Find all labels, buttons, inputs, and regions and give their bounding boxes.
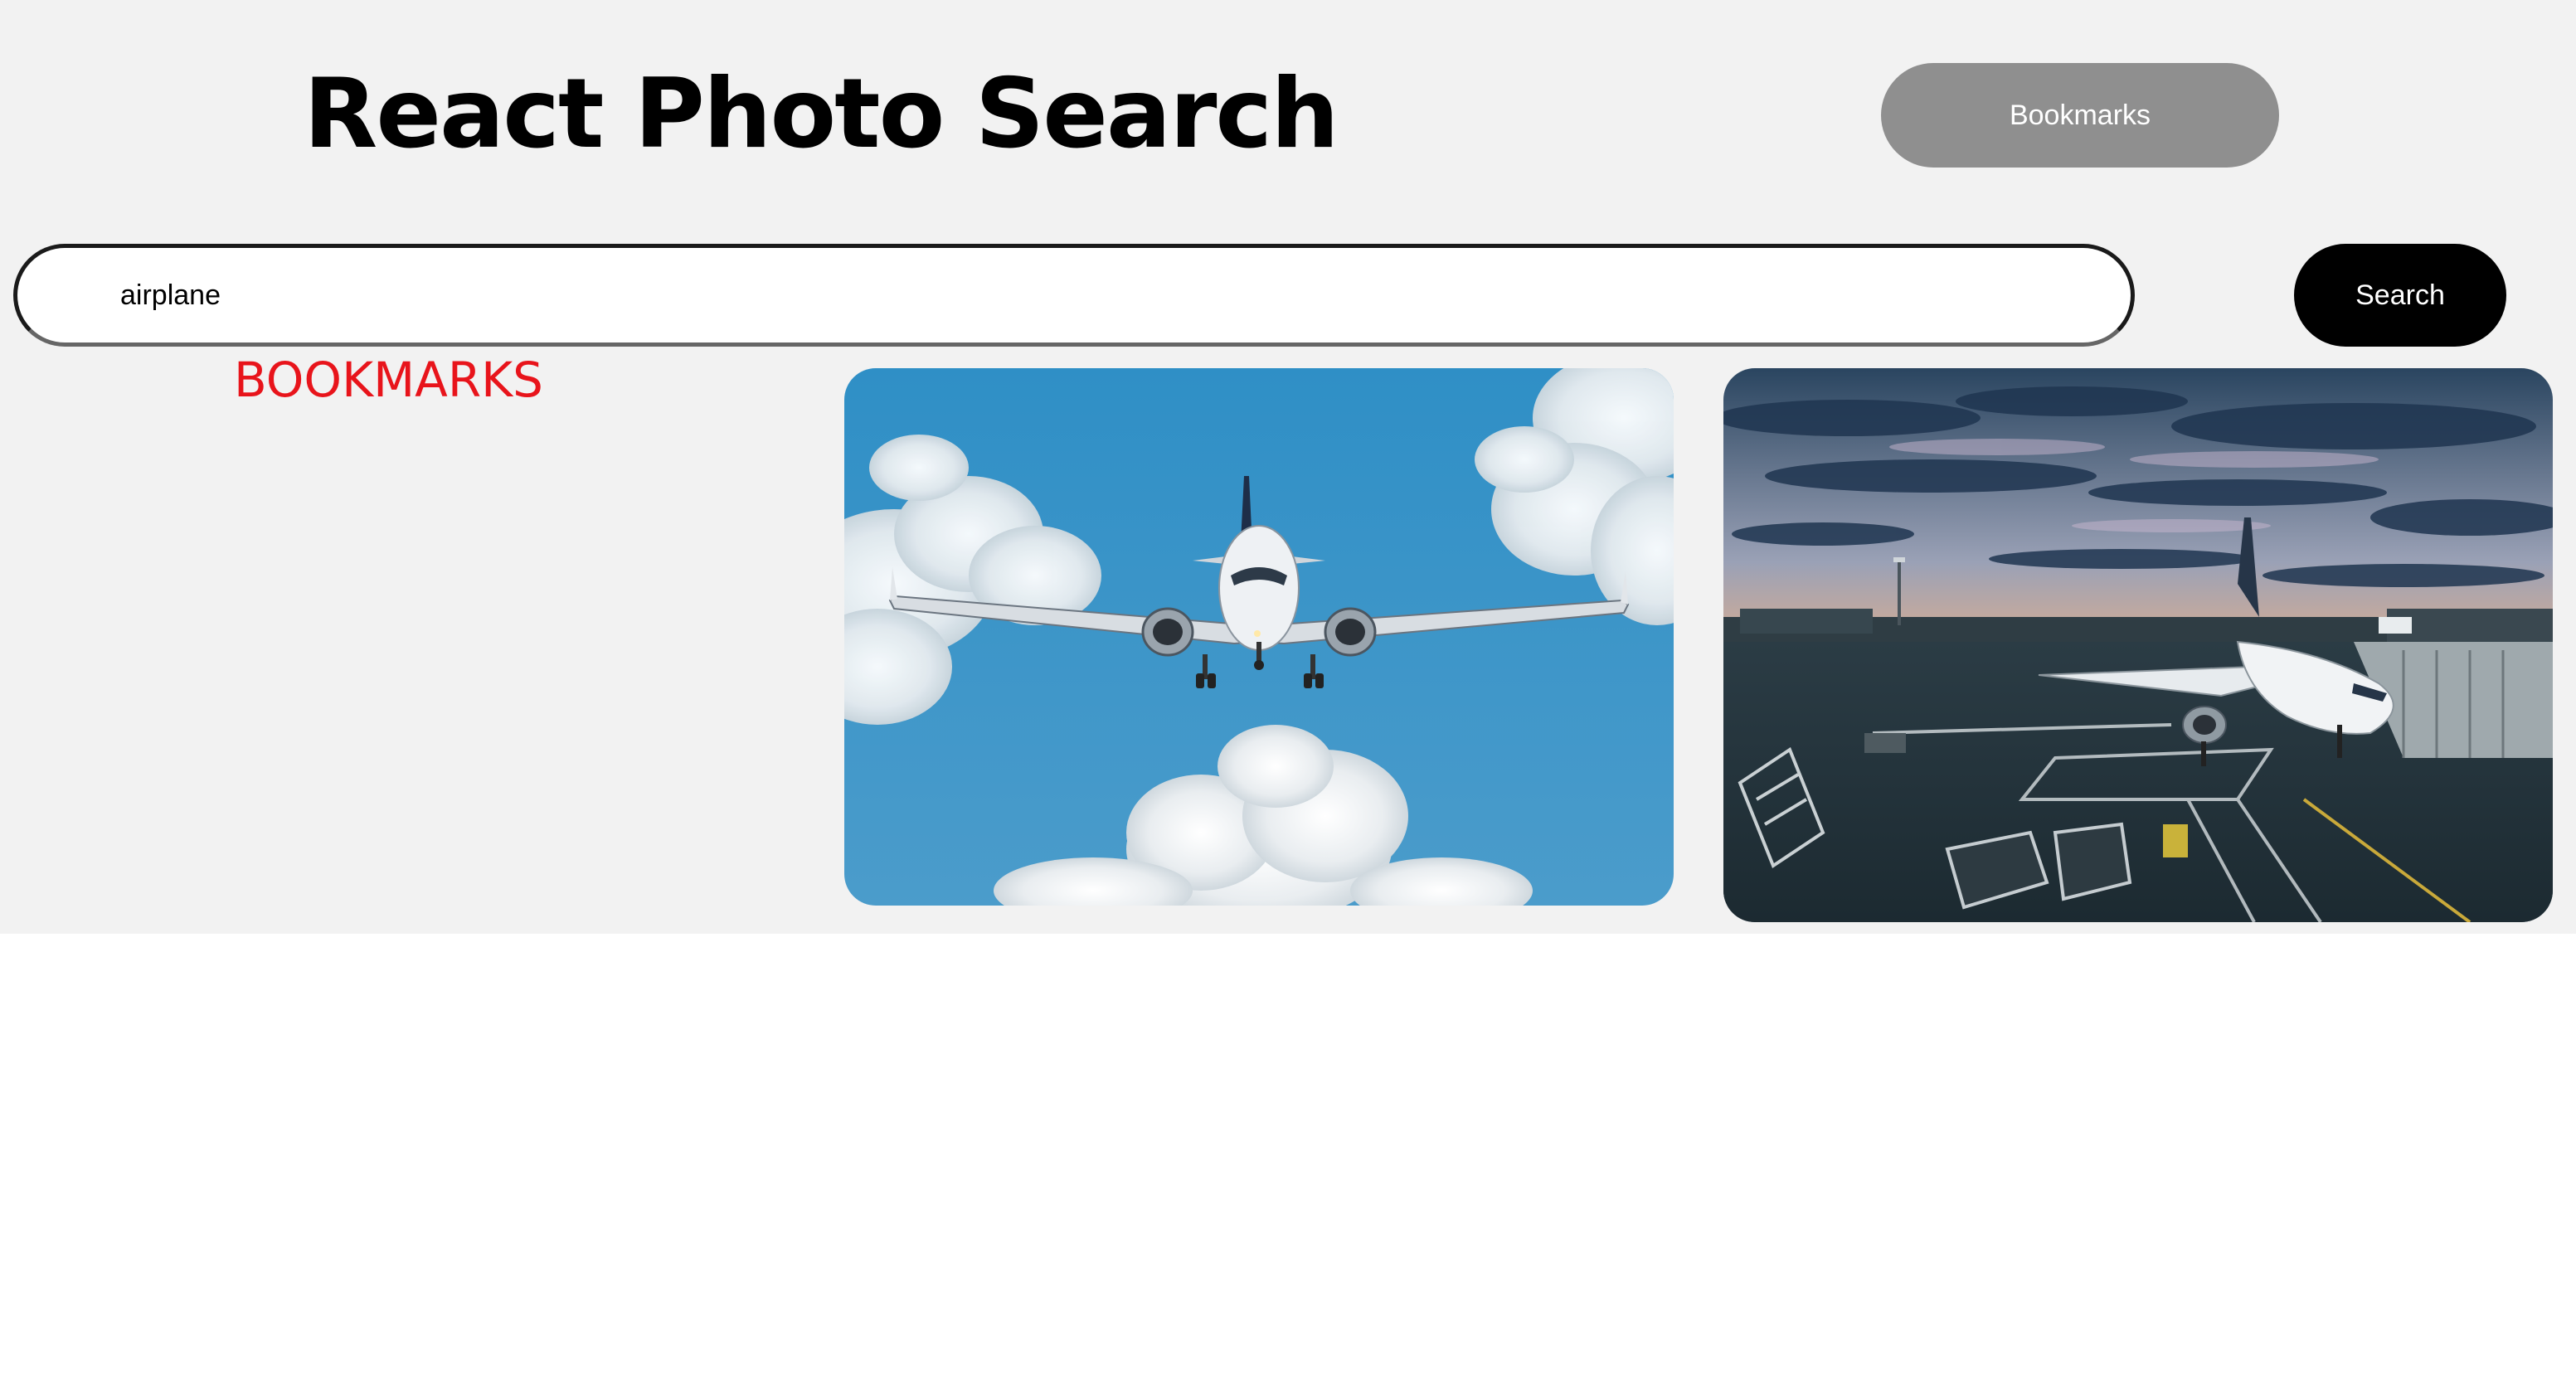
photo-result-airplane-sky[interactable] bbox=[844, 368, 1674, 906]
bookmarks-heading: BOOKMARKS bbox=[234, 352, 543, 408]
airplane-airport-image bbox=[1723, 368, 2553, 922]
bookmarks-button[interactable]: Bookmarks bbox=[1881, 63, 2279, 168]
app-container: React Photo Search Bookmarks Search BOOK… bbox=[0, 0, 2576, 934]
airplane-sky-image bbox=[844, 368, 1674, 906]
search-button[interactable]: Search bbox=[2294, 244, 2506, 347]
page-title: React Photo Search bbox=[304, 58, 1339, 170]
search-input[interactable] bbox=[13, 244, 2135, 347]
photo-result-airplane-airport[interactable] bbox=[1723, 368, 2553, 922]
